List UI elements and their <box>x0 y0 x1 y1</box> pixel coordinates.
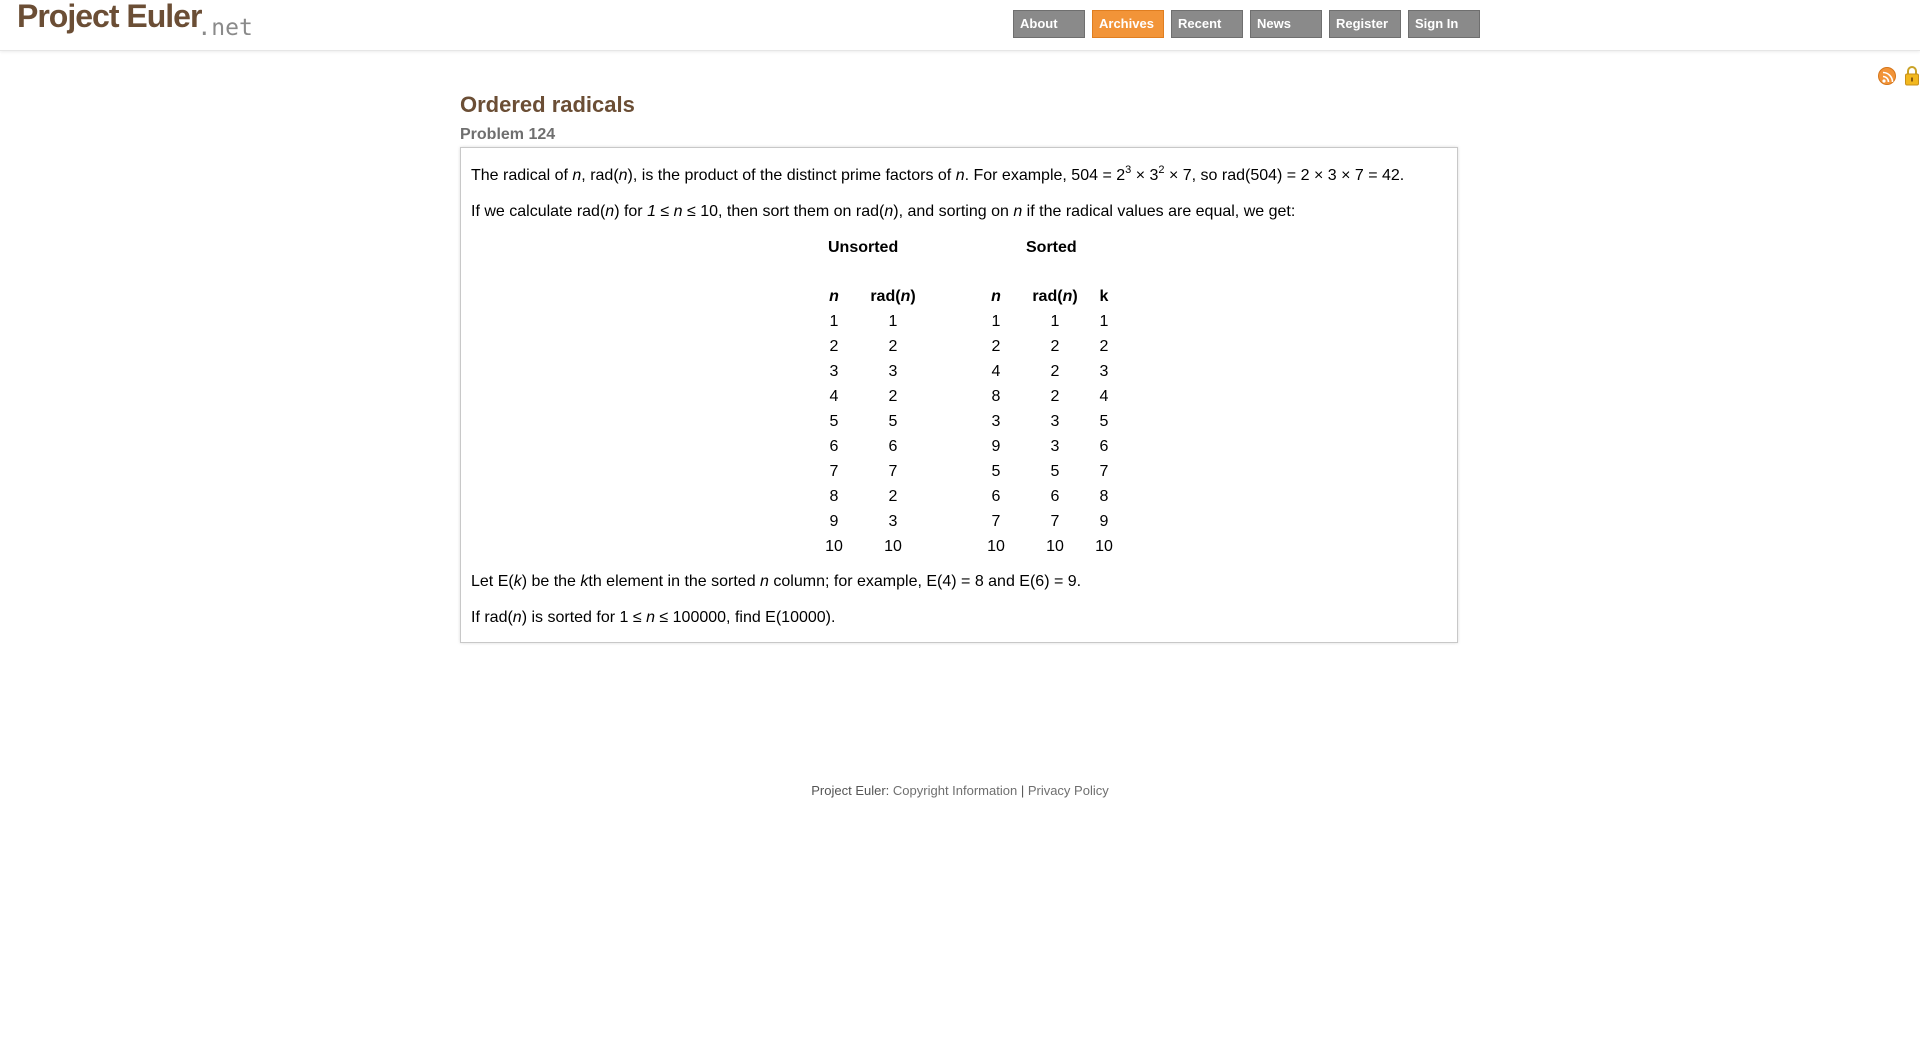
sorted-rad-cell: 2 <box>1050 338 1060 355</box>
footer-prefix: Project Euler: <box>811 783 893 798</box>
sorted-heading: Sorted <box>1026 239 1077 256</box>
nav-archives-button[interactable]: Archives <box>1092 10 1164 38</box>
sorted-n-cell: 2 <box>991 338 1001 355</box>
unsorted-n-cell: 3 <box>829 363 839 380</box>
sorted-n-cell: 4 <box>991 363 1001 380</box>
paragraph-e-definition: Let E(k) be the kth element in the sorte… <box>471 573 1082 590</box>
sorted-n-column: n 1 2 4 8 3 9 5 6 7 10 <box>981 284 1011 559</box>
sorted-k-cell: 2 <box>1099 338 1109 355</box>
sorted-n-cell: 5 <box>991 463 1001 480</box>
sorted-rad-cell: 5 <box>1050 463 1060 480</box>
paragraph-radical-definition: The radical of n, rad(n), is the product… <box>471 163 1405 184</box>
sorted-k-cell: 4 <box>1099 388 1109 405</box>
sorted-rad-cell: 1 <box>1050 313 1060 330</box>
unsorted-n-cell: 10 <box>825 538 843 555</box>
sorted-rad-cell: 10 <box>1046 538 1064 555</box>
unsorted-rad-cell: 3 <box>888 363 898 380</box>
sorted-k-cell: 3 <box>1099 363 1109 380</box>
sorted-k-cell: 5 <box>1099 413 1109 430</box>
unsorted-rad-cell: 2 <box>888 488 898 505</box>
unsorted-n-cell: 2 <box>829 338 839 355</box>
unsorted-n-cell: 6 <box>829 438 839 455</box>
problem-statement: The radical of n, rad(n), is the product… <box>460 147 1458 643</box>
lock-icon[interactable] <box>1904 65 1920 86</box>
site-footer: Project Euler: Copyright Information | P… <box>0 783 1920 798</box>
sorted-n-cell: 6 <box>991 488 1001 505</box>
nav-recent-button[interactable]: Recent <box>1171 10 1243 38</box>
sorted-k-cell: 6 <box>1099 438 1109 455</box>
sorted-rad-cell: 2 <box>1050 363 1060 380</box>
paragraph-calculation: If we calculate rad(n) for 1 ≤ n ≤ 10, t… <box>471 203 1296 220</box>
sorted-rad-column: rad(n) 1 2 2 2 3 3 5 6 7 10 <box>1020 284 1090 559</box>
sorted-k-cell: 8 <box>1099 488 1109 505</box>
privacy-policy-link[interactable]: Privacy Policy <box>1028 783 1109 798</box>
sorted-n-cell: 8 <box>991 388 1001 405</box>
site-logo[interactable]: Project Euler.net <box>17 0 253 41</box>
nav-news-button[interactable]: News <box>1250 10 1322 38</box>
sorted-k-cell: 1 <box>1099 313 1109 330</box>
sorted-rad-cell: 7 <box>1050 513 1060 530</box>
unsorted-rad-cell: 2 <box>888 388 898 405</box>
unsorted-rad-cell: 10 <box>884 538 902 555</box>
sorted-rad-cell: 3 <box>1050 438 1060 455</box>
sorted-n-cell: 3 <box>991 413 1001 430</box>
unsorted-n-cell: 1 <box>829 313 839 330</box>
unsorted-n-cell: 4 <box>829 388 839 405</box>
copyright-link[interactable]: Copyright Information <box>893 783 1017 798</box>
sorted-n-cell: 1 <box>991 313 1001 330</box>
logo-net-text: .net <box>197 15 253 41</box>
unsorted-n-column: n 1 2 3 4 5 6 7 8 9 10 <box>819 284 849 559</box>
unsorted-rad-cell: 3 <box>888 513 898 530</box>
unsorted-n-cell: 7 <box>829 463 839 480</box>
unsorted-rad-cell: 6 <box>888 438 898 455</box>
footer-separator: | <box>1017 783 1028 798</box>
logo-main-text: Project Euler <box>17 0 202 34</box>
unsorted-n-cell: 5 <box>829 413 839 430</box>
page-title: Ordered radicals <box>460 92 635 117</box>
sorted-k-cell: 10 <box>1095 538 1113 555</box>
unsorted-rad-cell: 7 <box>888 463 898 480</box>
unsorted-rad-column: rad(n) 1 2 3 2 5 6 7 2 3 10 <box>858 284 928 559</box>
site-header: Project Euler.net About Archives Recent … <box>0 0 1920 51</box>
unsorted-n-cell: 9 <box>829 513 839 530</box>
radical-tables: Unsorted Sorted n 1 2 3 4 5 6 7 8 9 10 rad(n) 123… <box>471 238 1447 555</box>
sorted-rad-cell: 3 <box>1050 413 1060 430</box>
sorted-n-cell: 10 <box>987 538 1005 555</box>
sorted-n-cell: 7 <box>991 513 1001 530</box>
sorted-k-cell: 7 <box>1099 463 1109 480</box>
unsorted-rad-cell: 2 <box>888 338 898 355</box>
unsorted-rad-cell: 5 <box>888 413 898 430</box>
unsorted-rad-cell: 1 <box>888 313 898 330</box>
sorted-rad-cell: 2 <box>1050 388 1060 405</box>
sorted-rad-cell: 6 <box>1050 488 1060 505</box>
nav-register-button[interactable]: Register <box>1329 10 1401 38</box>
rss-icon[interactable] <box>1878 67 1896 85</box>
paragraph-question: If rad(n) is sorted for 1 ≤ n ≤ 100000, … <box>471 609 836 626</box>
nav-signin-button[interactable]: Sign In <box>1408 10 1480 38</box>
unsorted-heading: Unsorted <box>828 239 899 256</box>
nav-about-button[interactable]: About <box>1013 10 1085 38</box>
sorted-n-cell: 9 <box>991 438 1001 455</box>
unsorted-n-cell: 8 <box>829 488 839 505</box>
sorted-k-cell: 9 <box>1099 513 1109 530</box>
main-content: Ordered radicals Problem 124 The radical… <box>460 92 1460 643</box>
problem-number: Problem 124 <box>460 126 556 143</box>
sorted-k-column: k 1 2 3 4 5 6 7 8 9 10 <box>1089 284 1119 559</box>
